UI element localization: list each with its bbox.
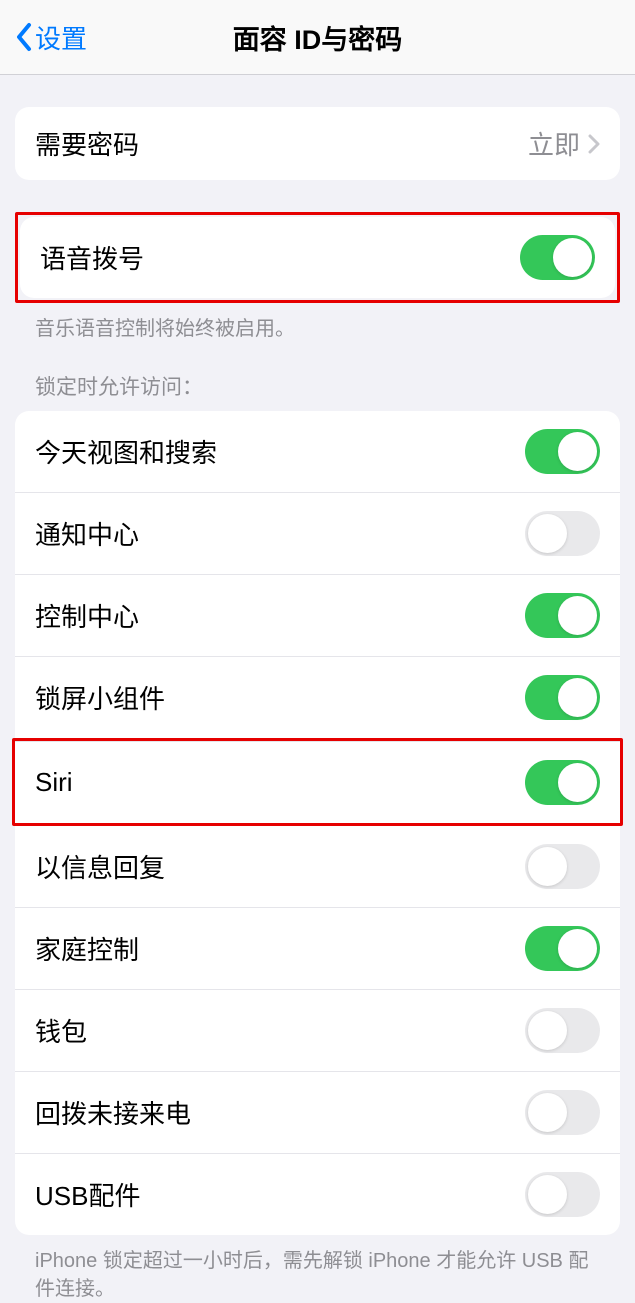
locked-access-toggle[interactable] [525, 511, 600, 556]
locked-access-label: 以信息回复 [35, 848, 165, 885]
chevron-left-icon [15, 22, 33, 52]
require-passcode-group: 需要密码 立即 [15, 107, 620, 180]
locked-access-row: Siri [15, 741, 620, 823]
locked-access-label: 钱包 [35, 1012, 87, 1049]
locked-access-label: 锁屏小组件 [35, 679, 165, 716]
header-bar: 设置 面容 ID与密码 [0, 0, 635, 75]
locked-access-row: USB配件 [15, 1153, 620, 1235]
siri-highlight: Siri [12, 738, 623, 826]
locked-access-label: USB配件 [35, 1176, 140, 1213]
locked-access-row: 家庭控制 [15, 907, 620, 989]
locked-access-toggle[interactable] [525, 760, 600, 805]
locked-access-row: 今天视图和搜索 [15, 411, 620, 492]
locked-access-toggle[interactable] [525, 1090, 600, 1135]
locked-access-row: 钱包 [15, 989, 620, 1071]
require-passcode-row[interactable]: 需要密码 立即 [15, 107, 620, 180]
voice-dial-footer: 音乐语音控制将始终被启用。 [15, 303, 620, 343]
back-button[interactable]: 设置 [15, 19, 87, 56]
locked-access-label: 家庭控制 [35, 930, 139, 967]
locked-access-toggle[interactable] [525, 1172, 600, 1217]
voice-dial-label: 语音拨号 [40, 239, 144, 276]
require-passcode-label: 需要密码 [35, 125, 139, 162]
locked-access-label: Siri [35, 767, 73, 798]
locked-access-label: 通知中心 [35, 515, 139, 552]
locked-access-row: 以信息回复 [15, 826, 620, 907]
locked-access-toggle[interactable] [525, 429, 600, 474]
require-passcode-value-wrap: 立即 [528, 125, 600, 162]
voice-dial-toggle[interactable] [520, 235, 595, 280]
locked-access-toggle[interactable] [525, 926, 600, 971]
locked-access-group: 今天视图和搜索通知中心控制中心锁屏小组件 Siri 以信息回复家庭控制钱包回拨未接来… [15, 411, 620, 1235]
locked-access-row: 通知中心 [15, 492, 620, 574]
locked-access-label: 今天视图和搜索 [35, 433, 217, 470]
locked-access-row: 回拨未接来电 [15, 1071, 620, 1153]
voice-dial-row: 语音拨号 [20, 217, 615, 298]
voice-dial-highlight: 语音拨号 [15, 212, 620, 303]
locked-access-toggle[interactable] [525, 1008, 600, 1053]
locked-access-row: 锁屏小组件 [15, 656, 620, 738]
locked-access-toggle[interactable] [525, 593, 600, 638]
locked-access-label: 回拨未接来电 [35, 1094, 191, 1131]
locked-access-toggle[interactable] [525, 844, 600, 889]
locked-access-header: 锁定时允许访问： [15, 343, 620, 411]
require-passcode-value: 立即 [528, 125, 580, 162]
voice-dial-group: 语音拨号 [20, 217, 615, 298]
back-label: 设置 [35, 19, 87, 56]
chevron-right-icon [588, 134, 600, 154]
locked-access-footer: iPhone 锁定超过一小时后，需先解锁 iPhone 才能允许 USB 配件连… [15, 1235, 620, 1303]
locked-access-row: 控制中心 [15, 574, 620, 656]
locked-access-label: 控制中心 [35, 597, 139, 634]
page-title: 面容 ID与密码 [233, 18, 403, 57]
locked-access-toggle[interactable] [525, 675, 600, 720]
